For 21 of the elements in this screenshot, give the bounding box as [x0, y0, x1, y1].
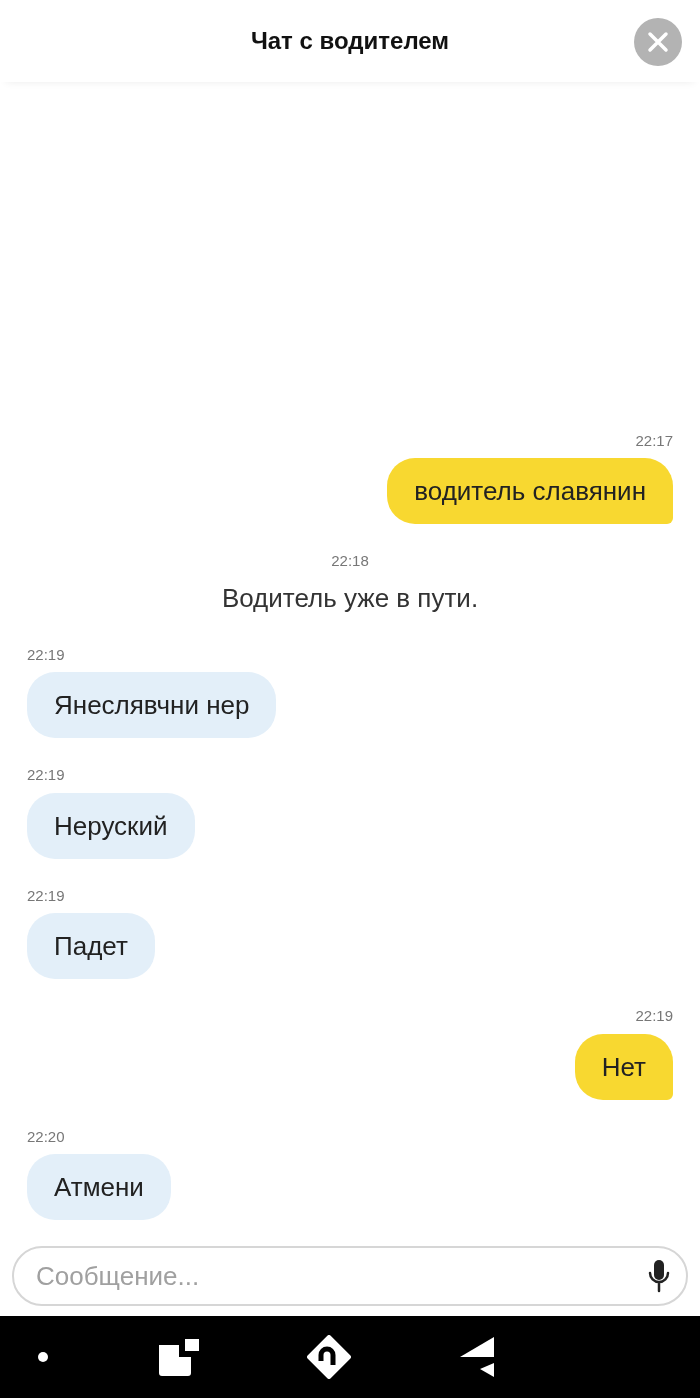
chat-title: Чат с водителем — [250, 26, 450, 56]
message-time: 22:17 — [635, 430, 673, 451]
message-time: 22:19 — [27, 765, 65, 785]
message-time: 22:19 — [635, 1006, 673, 1026]
message-time: 22:19 — [27, 644, 65, 665]
message-time: 22:20 — [27, 1126, 65, 1147]
message-time: 22:18 — [331, 551, 369, 571]
sent-message: водитель славянин — [387, 458, 673, 524]
message-field[interactable]: Сообщение... — [12, 1246, 688, 1306]
received-message: Падет — [27, 913, 155, 979]
received-message: Атмени — [27, 1154, 171, 1220]
status-message: Водитель уже в пути. — [221, 581, 479, 615]
home-icon[interactable] — [307, 1335, 351, 1379]
dot-icon[interactable] — [36, 1350, 50, 1364]
received-message: Неруский — [27, 792, 195, 859]
recent-apps-icon[interactable] — [156, 1337, 201, 1377]
microphone-icon[interactable] — [648, 1259, 670, 1293]
message-time: 22:19 — [27, 885, 65, 906]
sent-message: Нет — [574, 1033, 673, 1100]
close-icon — [647, 31, 669, 53]
received-message: Янеслявчни нер — [27, 672, 277, 738]
